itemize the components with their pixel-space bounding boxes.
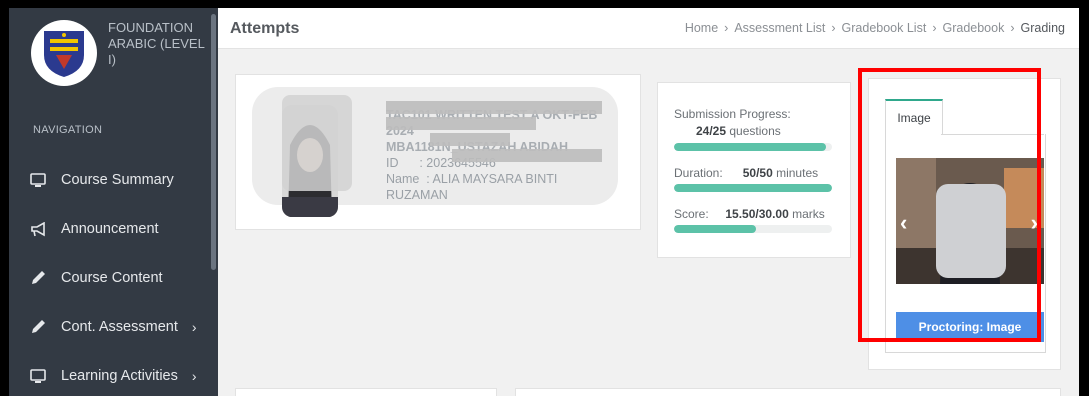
chevron-right-icon: › <box>191 368 197 384</box>
pencil-icon <box>29 318 47 336</box>
monitor-icon <box>29 171 47 189</box>
duration-row: Duration: 50/50 minutes <box>674 166 819 180</box>
face-blur-overlay <box>282 95 352 191</box>
breadcrumb-assessment-list[interactable]: Assessment List <box>734 21 825 35</box>
breadcrumb-separator: › <box>932 21 937 35</box>
sidebar-scrollbar[interactable] <box>211 14 216 270</box>
breadcrumb-separator: › <box>1010 21 1015 35</box>
breadcrumb-separator: › <box>831 21 836 35</box>
sidebar-item-cont-assessment[interactable]: Cont. Assessment › <box>29 312 197 342</box>
sidebar-item-learning-activities[interactable]: Learning Activities › <box>29 361 197 391</box>
course-name: FOUNDATION ARABIC (LEVEL I) <box>108 20 205 67</box>
sidebar-item-announcement[interactable]: Announcement <box>29 214 159 244</box>
redaction-bar <box>386 101 602 114</box>
page-header: Attempts Home › Assessment List › Gradeb… <box>218 8 1079 49</box>
submission-progress-bar <box>674 143 832 151</box>
score-row: Score: 15.50/30.00 marks <box>674 207 825 221</box>
pencil-icon <box>29 269 47 287</box>
bottom-card <box>515 388 1061 396</box>
sidebar-item-label: Learning Activities <box>61 368 178 384</box>
name-label: Name <box>386 172 420 186</box>
submission-progress-value: 24/25 questions <box>696 124 781 138</box>
red-highlight-box <box>858 68 1041 342</box>
id-label: ID <box>386 156 399 170</box>
app-frame: FOUNDATION ARABIC (LEVEL I) NAVIGATION C… <box>9 8 1079 396</box>
redaction-bar <box>386 117 536 130</box>
breadcrumb-grading: Grading <box>1020 21 1065 35</box>
university-logo <box>31 20 97 86</box>
sidebar: FOUNDATION ARABIC (LEVEL I) NAVIGATION C… <box>9 8 218 396</box>
breadcrumb-gradebook-list[interactable]: Gradebook List <box>842 21 927 35</box>
redaction-bar <box>430 133 510 146</box>
monitor-icon <box>29 367 47 385</box>
redaction-bar <box>452 149 602 162</box>
sidebar-item-label: Announcement <box>61 221 159 237</box>
breadcrumb-home[interactable]: Home <box>685 21 718 35</box>
student-profile-panel: TAC101 WRITTEN TEST A OKT-FEB 2024 MBA11… <box>252 87 618 217</box>
sidebar-item-label: Course Content <box>61 270 163 286</box>
sidebar-item-course-content[interactable]: Course Content <box>29 263 163 293</box>
student-profile-card: TAC101 WRITTEN TEST A OKT-FEB 2024 MBA11… <box>235 74 641 230</box>
nav-header: NAVIGATION <box>33 124 103 136</box>
breadcrumb-gradebook[interactable]: Gradebook <box>942 21 1004 35</box>
sidebar-item-label: Course Summary <box>61 172 174 188</box>
breadcrumb: Home › Assessment List › Gradebook List … <box>685 21 1065 35</box>
bottom-card <box>235 388 497 396</box>
submission-progress-label: Submission Progress: <box>674 107 791 121</box>
score-progress-bar <box>674 225 832 233</box>
chevron-right-icon: › <box>191 319 197 335</box>
breadcrumb-separator: › <box>724 21 729 35</box>
megaphone-icon <box>29 220 47 238</box>
page-title: Attempts <box>230 20 300 37</box>
sidebar-item-course-summary[interactable]: Course Summary <box>29 165 174 195</box>
progress-card: Submission Progress: 24/25 questions Dur… <box>657 82 851 258</box>
duration-progress-bar <box>674 184 832 192</box>
sidebar-item-label: Cont. Assessment <box>61 319 178 335</box>
